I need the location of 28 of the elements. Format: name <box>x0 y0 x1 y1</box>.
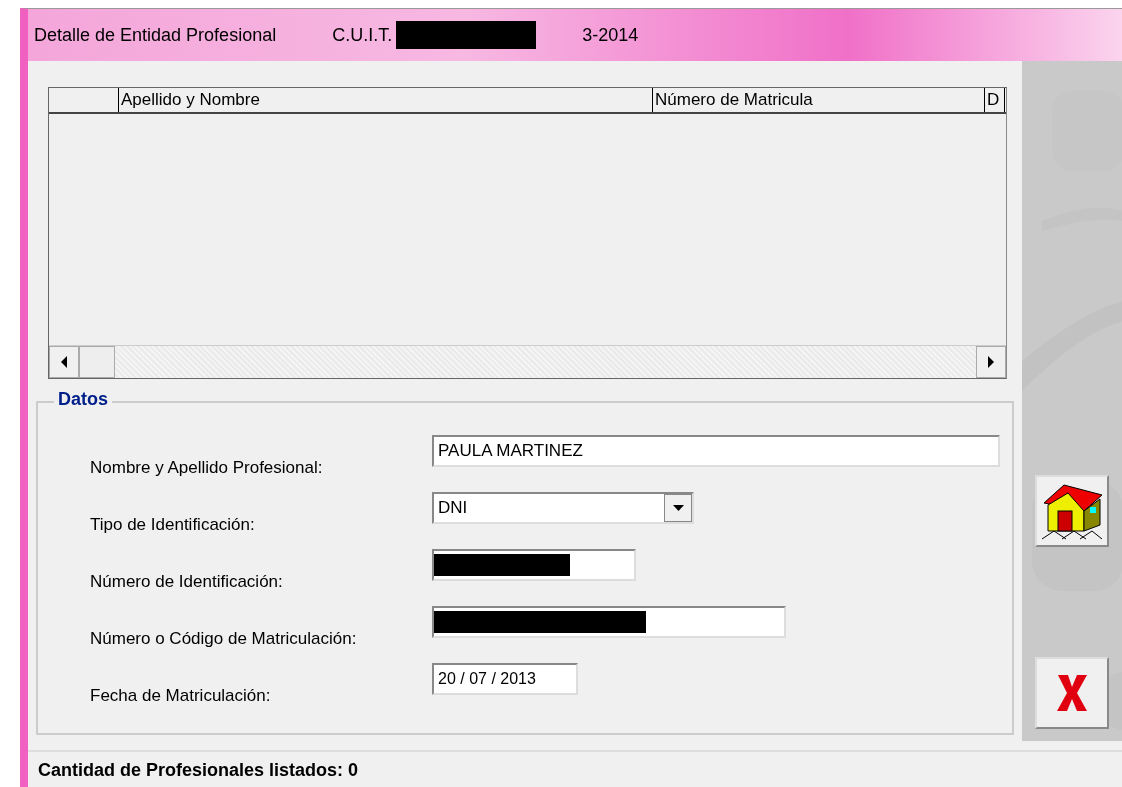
dropdown[interactable]: DNI <box>432 492 694 524</box>
caret-icon <box>672 505 684 511</box>
field-label: Tipo de Identificación: <box>89 515 256 536</box>
field-label: Fecha de Matriculación: <box>89 686 272 707</box>
home-button[interactable] <box>1035 475 1109 547</box>
status-text: Cantidad de Profesionales listados: 0 <box>38 759 359 781</box>
left-arrow-icon <box>60 356 68 368</box>
input-field[interactable] <box>432 606 786 638</box>
right-arrow-icon <box>987 356 995 368</box>
input-field[interactable]: PAULA MARTINEZ <box>432 435 1000 467</box>
field-label: Nombre y Apellido Profesional: <box>89 458 324 479</box>
field-label: Número de Identificación: <box>89 572 284 593</box>
date-field[interactable]: 20 / 07 / 2013 <box>432 663 578 695</box>
cuit-label: C.U.I.T. <box>332 24 393 46</box>
cuit-suffix: 3-2014 <box>582 24 639 46</box>
scroll-thumb[interactable] <box>79 346 115 378</box>
close-icon <box>1054 673 1090 713</box>
close-button[interactable] <box>1035 657 1109 729</box>
dropdown-button[interactable] <box>664 494 692 522</box>
column-header[interactable]: Apellido y Nombre <box>119 88 653 112</box>
house-icon <box>1040 481 1104 541</box>
window-title: Detalle de Entidad Profesional <box>34 24 277 46</box>
scroll-left-button[interactable] <box>49 346 79 378</box>
field-label: Número o Código de Matriculación: <box>89 629 358 650</box>
column-header[interactable]: D <box>985 88 1005 112</box>
input-field[interactable] <box>432 549 636 581</box>
column-header[interactable]: Número de Matricula <box>653 88 985 112</box>
scroll-right-button[interactable] <box>976 346 1006 378</box>
